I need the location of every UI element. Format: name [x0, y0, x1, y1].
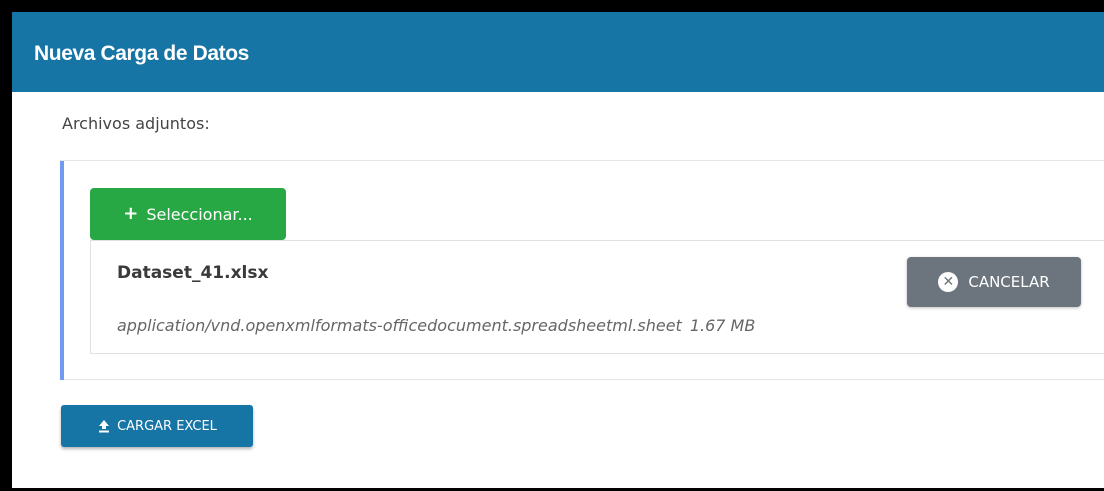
x-circle-icon: ✕: [938, 272, 959, 292]
panel-accent-bar: [60, 161, 64, 380]
select-file-button[interactable]: + Seleccionar...: [90, 188, 286, 240]
file-name: Dataset_41.xlsx: [117, 263, 269, 283]
cancel-file-button[interactable]: ✕ CANCELAR: [907, 257, 1081, 307]
cancel-file-label: CANCELAR: [968, 273, 1050, 291]
dialog-title: Nueva Carga de Datos: [34, 42, 249, 65]
file-meta: application/vnd.openxmlformats-officedoc…: [117, 316, 755, 335]
selected-file-card: Dataset_41.xlsx application/vnd.openxmlf…: [90, 240, 1104, 354]
file-type: application/vnd.openxmlformats-officedoc…: [117, 316, 682, 335]
attachments-label: Archivos adjuntos:: [62, 114, 210, 133]
select-file-label: Seleccionar...: [146, 204, 253, 224]
file-size: 1.67 MB: [689, 316, 756, 335]
file-upload-panel: + Seleccionar... Dataset_41.xlsx applica…: [60, 160, 1104, 380]
plus-icon: +: [123, 203, 139, 224]
dialog-header: Nueva Carga de Datos: [12, 12, 1104, 92]
upload-excel-button[interactable]: CARGAR EXCEL: [61, 405, 253, 447]
upload-icon: [99, 420, 110, 433]
upload-excel-label: CARGAR EXCEL: [117, 418, 217, 434]
page: Nueva Carga de Datos Archivos adjuntos: …: [12, 12, 1104, 488]
